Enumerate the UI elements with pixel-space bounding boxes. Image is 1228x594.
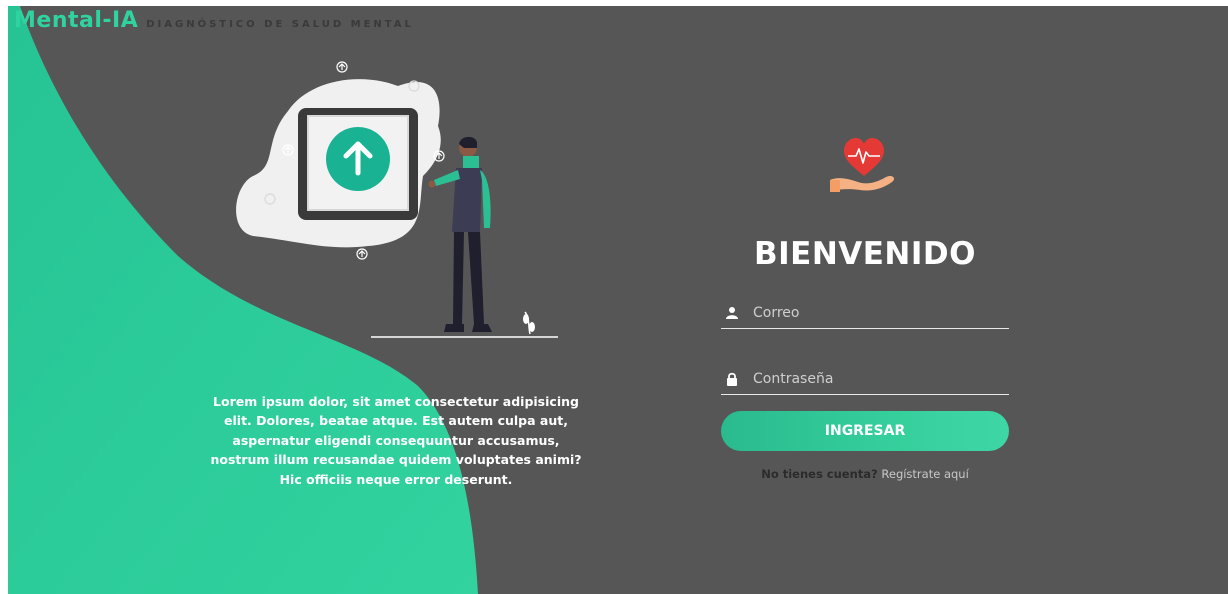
register-question: No tienes cuenta? bbox=[761, 467, 878, 481]
brand-logo: Mental-IA bbox=[14, 8, 139, 33]
user-icon bbox=[726, 307, 738, 319]
login-page: Mental-IA DIAGNÓSTICO DE SALUD MENTAL Lo… bbox=[8, 6, 1228, 594]
register-prompt: No tienes cuenta? Regístrate aquí bbox=[721, 467, 1009, 481]
welcome-heading: BIENVENIDO bbox=[753, 236, 976, 272]
email-input[interactable] bbox=[751, 304, 1009, 322]
heart-in-hand-icon bbox=[830, 138, 895, 192]
app-header: Mental-IA DIAGNÓSTICO DE SALUD MENTAL bbox=[14, 8, 414, 33]
password-input[interactable] bbox=[751, 370, 1009, 388]
login-button[interactable]: INGRESAR bbox=[721, 411, 1009, 451]
password-field bbox=[721, 364, 1009, 395]
green-wave-shape bbox=[8, 6, 478, 594]
email-field bbox=[721, 298, 1009, 329]
hero-description: Lorem ipsum dolor, sit amet consectetur … bbox=[210, 393, 582, 487]
register-link[interactable]: Regístrate aquí bbox=[881, 467, 968, 481]
brand-tagline: DIAGNÓSTICO DE SALUD MENTAL bbox=[146, 19, 414, 30]
upload-illustration bbox=[236, 61, 558, 338]
lock-icon bbox=[727, 372, 737, 386]
